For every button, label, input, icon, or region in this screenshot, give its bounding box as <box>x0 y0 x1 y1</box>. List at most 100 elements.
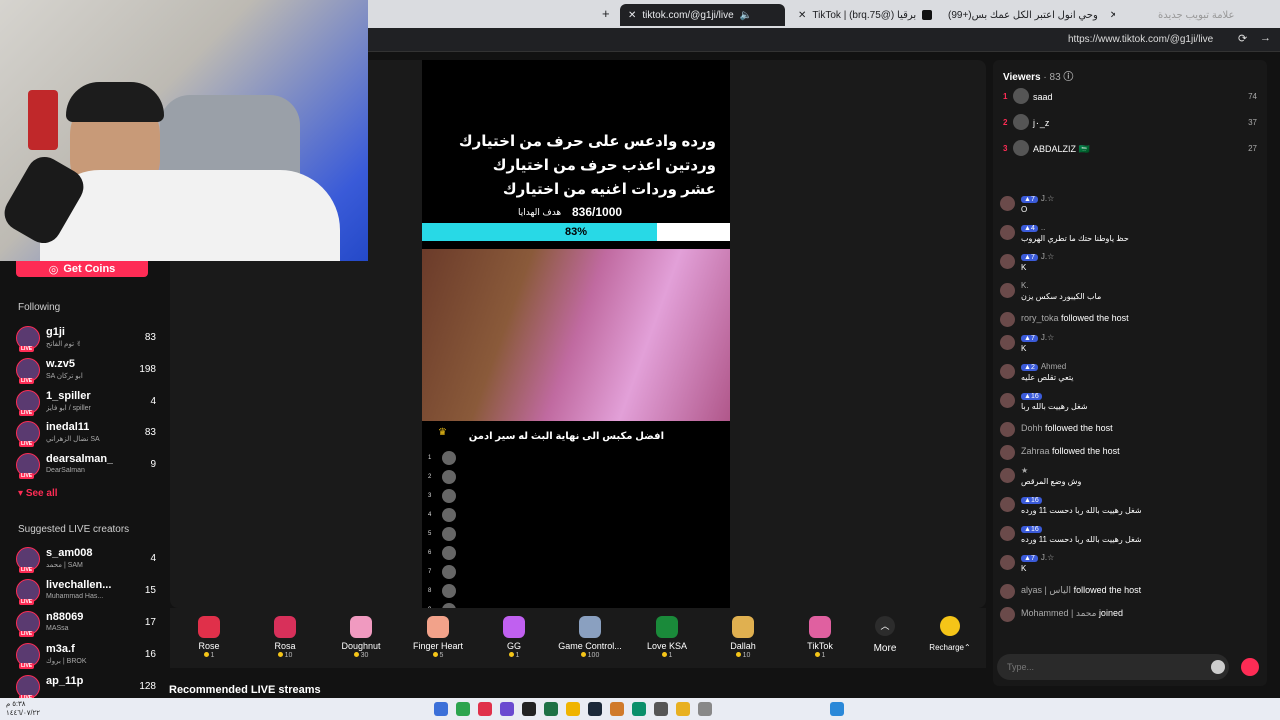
gift-price: 1 <box>629 652 705 659</box>
taskbar-app-icon[interactable] <box>698 702 712 716</box>
gift-price: 1 <box>171 652 247 659</box>
close-icon[interactable]: ✕ <box>1110 10 1115 21</box>
top-viewer-row[interactable]: 2 j۰_z 37 <box>1003 114 1257 134</box>
suggested-title: Suggested LIVE creators <box>18 524 130 535</box>
rank: 1 <box>428 455 432 461</box>
recharge-button[interactable]: Recharge⌃ <box>927 616 973 652</box>
tab-chat[interactable]: (99+)وحي انول اعتبر الكل عمك بس ✕ <box>940 4 1115 26</box>
taskbar-app-icon[interactable] <box>632 702 646 716</box>
tab-new[interactable]: علامة تبويب جديدة <box>1150 4 1250 26</box>
rose-icon <box>198 616 220 638</box>
gift-name: Rosa <box>274 641 296 651</box>
top-viewer-row[interactable]: 1 saad 74 <box>1003 88 1257 108</box>
leaderboard: افضل مكبس الى نهاية البث له سير ادمن ♛ 1… <box>422 425 730 608</box>
gift-item[interactable]: GG 1 <box>476 616 552 664</box>
gift-item[interactable]: Rose 1 <box>171 616 247 664</box>
creator-subtitle: محمد | SAM <box>46 562 83 569</box>
chat-input[interactable]: Type... <box>997 654 1229 680</box>
close-icon[interactable]: ✕ <box>628 10 636 21</box>
suggested-item[interactable]: LIVE s_am008 محمد | SAM 4 <box>16 545 156 575</box>
viewer-count: 83 <box>144 427 156 438</box>
tab-live[interactable]: ✕ tiktok.com/@g1ji/live 🔈 <box>620 4 785 26</box>
creator-subtitle: MASsa <box>46 625 69 632</box>
creator-name: 1_spiller <box>46 390 91 402</box>
taskbar-app-icon[interactable] <box>610 702 624 716</box>
close-icon[interactable]: ✕ <box>798 10 806 21</box>
gift-item[interactable]: Finger Heart 5 <box>400 616 476 664</box>
emoji-icon[interactable] <box>1211 660 1225 674</box>
avatar <box>442 470 456 484</box>
folder-icon[interactable] <box>676 702 690 716</box>
suggested-item[interactable]: LIVE m3a.f بروك | BROK 16 <box>16 641 156 671</box>
gift-price: 1 <box>782 652 858 659</box>
taskbar-app-icon[interactable] <box>654 702 668 716</box>
level-badge: ▲16 <box>1021 393 1042 400</box>
get-coins-button[interactable]: ◎ Get Coins <box>16 261 148 277</box>
reload-icon[interactable]: ⟳ <box>1238 32 1247 45</box>
new-tab-icon[interactable]: + <box>602 6 610 21</box>
speaker-icon[interactable]: 🔈 <box>740 10 752 21</box>
goal-percent: 83% <box>564 226 588 238</box>
viewer-count: 4 <box>150 553 156 564</box>
taskbar-app-icon[interactable] <box>434 702 448 716</box>
flag-shape <box>28 90 58 150</box>
leaderboard-row: 8 <box>428 584 568 600</box>
taskbar-app-icon[interactable] <box>522 702 536 716</box>
suggested-item[interactable]: LIVE ap_11p 128 <box>16 673 156 698</box>
gift-item[interactable]: Dallah 10 <box>705 616 781 664</box>
game-controller-icon <box>579 616 601 638</box>
following-item[interactable]: LIVE w.zv5 SA ابو تركان 198 <box>16 356 156 386</box>
see-all-link[interactable]: ▾ See all <box>18 488 58 499</box>
chat-user: ▲4.. <box>1021 223 1045 232</box>
viewer-score: 37 <box>1248 118 1257 127</box>
game-view <box>422 249 730 421</box>
gift-name: Rose <box>198 641 220 651</box>
taskbar-app-icon[interactable] <box>500 702 514 716</box>
top-viewer-row[interactable]: 3 ABDALZIZ 🇸🇦 27 <box>1003 140 1257 160</box>
creator-name: n88069 <box>46 611 84 623</box>
avatar <box>1000 468 1015 483</box>
creator-subtitle: نضال الزهراني SA <box>46 436 100 443</box>
more-gifts-button[interactable]: ︿ More <box>865 616 905 654</box>
viewer-score: 27 <box>1248 144 1257 153</box>
following-item[interactable]: LIVE 1_spiller ابو فايز / spiller 4 <box>16 388 156 418</box>
following-title: Following <box>18 302 61 313</box>
taskbar-app-icon[interactable] <box>544 702 558 716</box>
tab-profile[interactable]: ✕ TikTok | (brq.75@) برقيا <box>790 4 955 26</box>
viewer-count: 17 <box>144 617 156 628</box>
suggested-item[interactable]: LIVE n88069 MASsa 17 <box>16 609 156 639</box>
gift-item[interactable]: Game Control... 100 <box>552 616 628 664</box>
gift-item[interactable]: Rosa 10 <box>247 616 323 664</box>
windows-start-icon[interactable] <box>830 702 844 716</box>
chat-text: شغل رهييت بالله ربا دحست 11 ورده <box>1021 506 1142 515</box>
live-video[interactable]: ورده وادعس على حرف من اختيارك وردتين اعذ… <box>422 60 730 608</box>
following-item[interactable]: LIVE dearsalman_ DearSalman 9 <box>16 451 156 481</box>
chat-text: حظ ياوطنا حتك ما تطري الهروب <box>1021 234 1129 243</box>
viewer-count: 4 <box>150 396 156 407</box>
info-icon[interactable]: ⓘ <box>1063 72 1073 83</box>
steam-icon[interactable] <box>588 702 602 716</box>
avatar: LIVE <box>16 326 40 352</box>
gift-item[interactable]: TikTok 1 <box>782 616 858 664</box>
following-item[interactable]: LIVE g1ji توم الفاتح ✌ 83 <box>16 324 156 354</box>
like-heart-icon[interactable] <box>1241 658 1259 676</box>
creator-name: inedal11 <box>46 421 90 433</box>
following-item[interactable]: LIVE inedal11 نضال الزهراني SA 83 <box>16 419 156 449</box>
forward-icon[interactable]: → <box>1260 32 1271 44</box>
gift-item[interactable]: Doughnut 30 <box>323 616 399 664</box>
taskbar-app-icon[interactable] <box>456 702 470 716</box>
coin-icon: ◎ <box>48 263 59 276</box>
goal-label: هدف الهدايا <box>518 207 562 217</box>
viewers-header[interactable]: Viewers · 83 ⓘ <box>1003 68 1073 83</box>
suggested-item[interactable]: LIVE livechallen... Muhammad Has... 15 <box>16 577 156 607</box>
creator-subtitle: ابو فايز / spiller <box>46 405 91 412</box>
chrome-icon[interactable] <box>566 702 580 716</box>
gift-name: Finger Heart <box>412 641 464 651</box>
rank: 4 <box>428 512 432 518</box>
taskbar-app-icon[interactable] <box>478 702 492 716</box>
leaderboard-row: 2 <box>428 470 568 486</box>
url-field[interactable]: https://www.tiktok.com/@g1ji/live <box>1068 34 1213 45</box>
viewer-count: 83 <box>144 332 156 343</box>
gift-item[interactable]: Love KSA 1 <box>629 616 705 664</box>
chat-user: ▲16 <box>1021 495 1045 504</box>
